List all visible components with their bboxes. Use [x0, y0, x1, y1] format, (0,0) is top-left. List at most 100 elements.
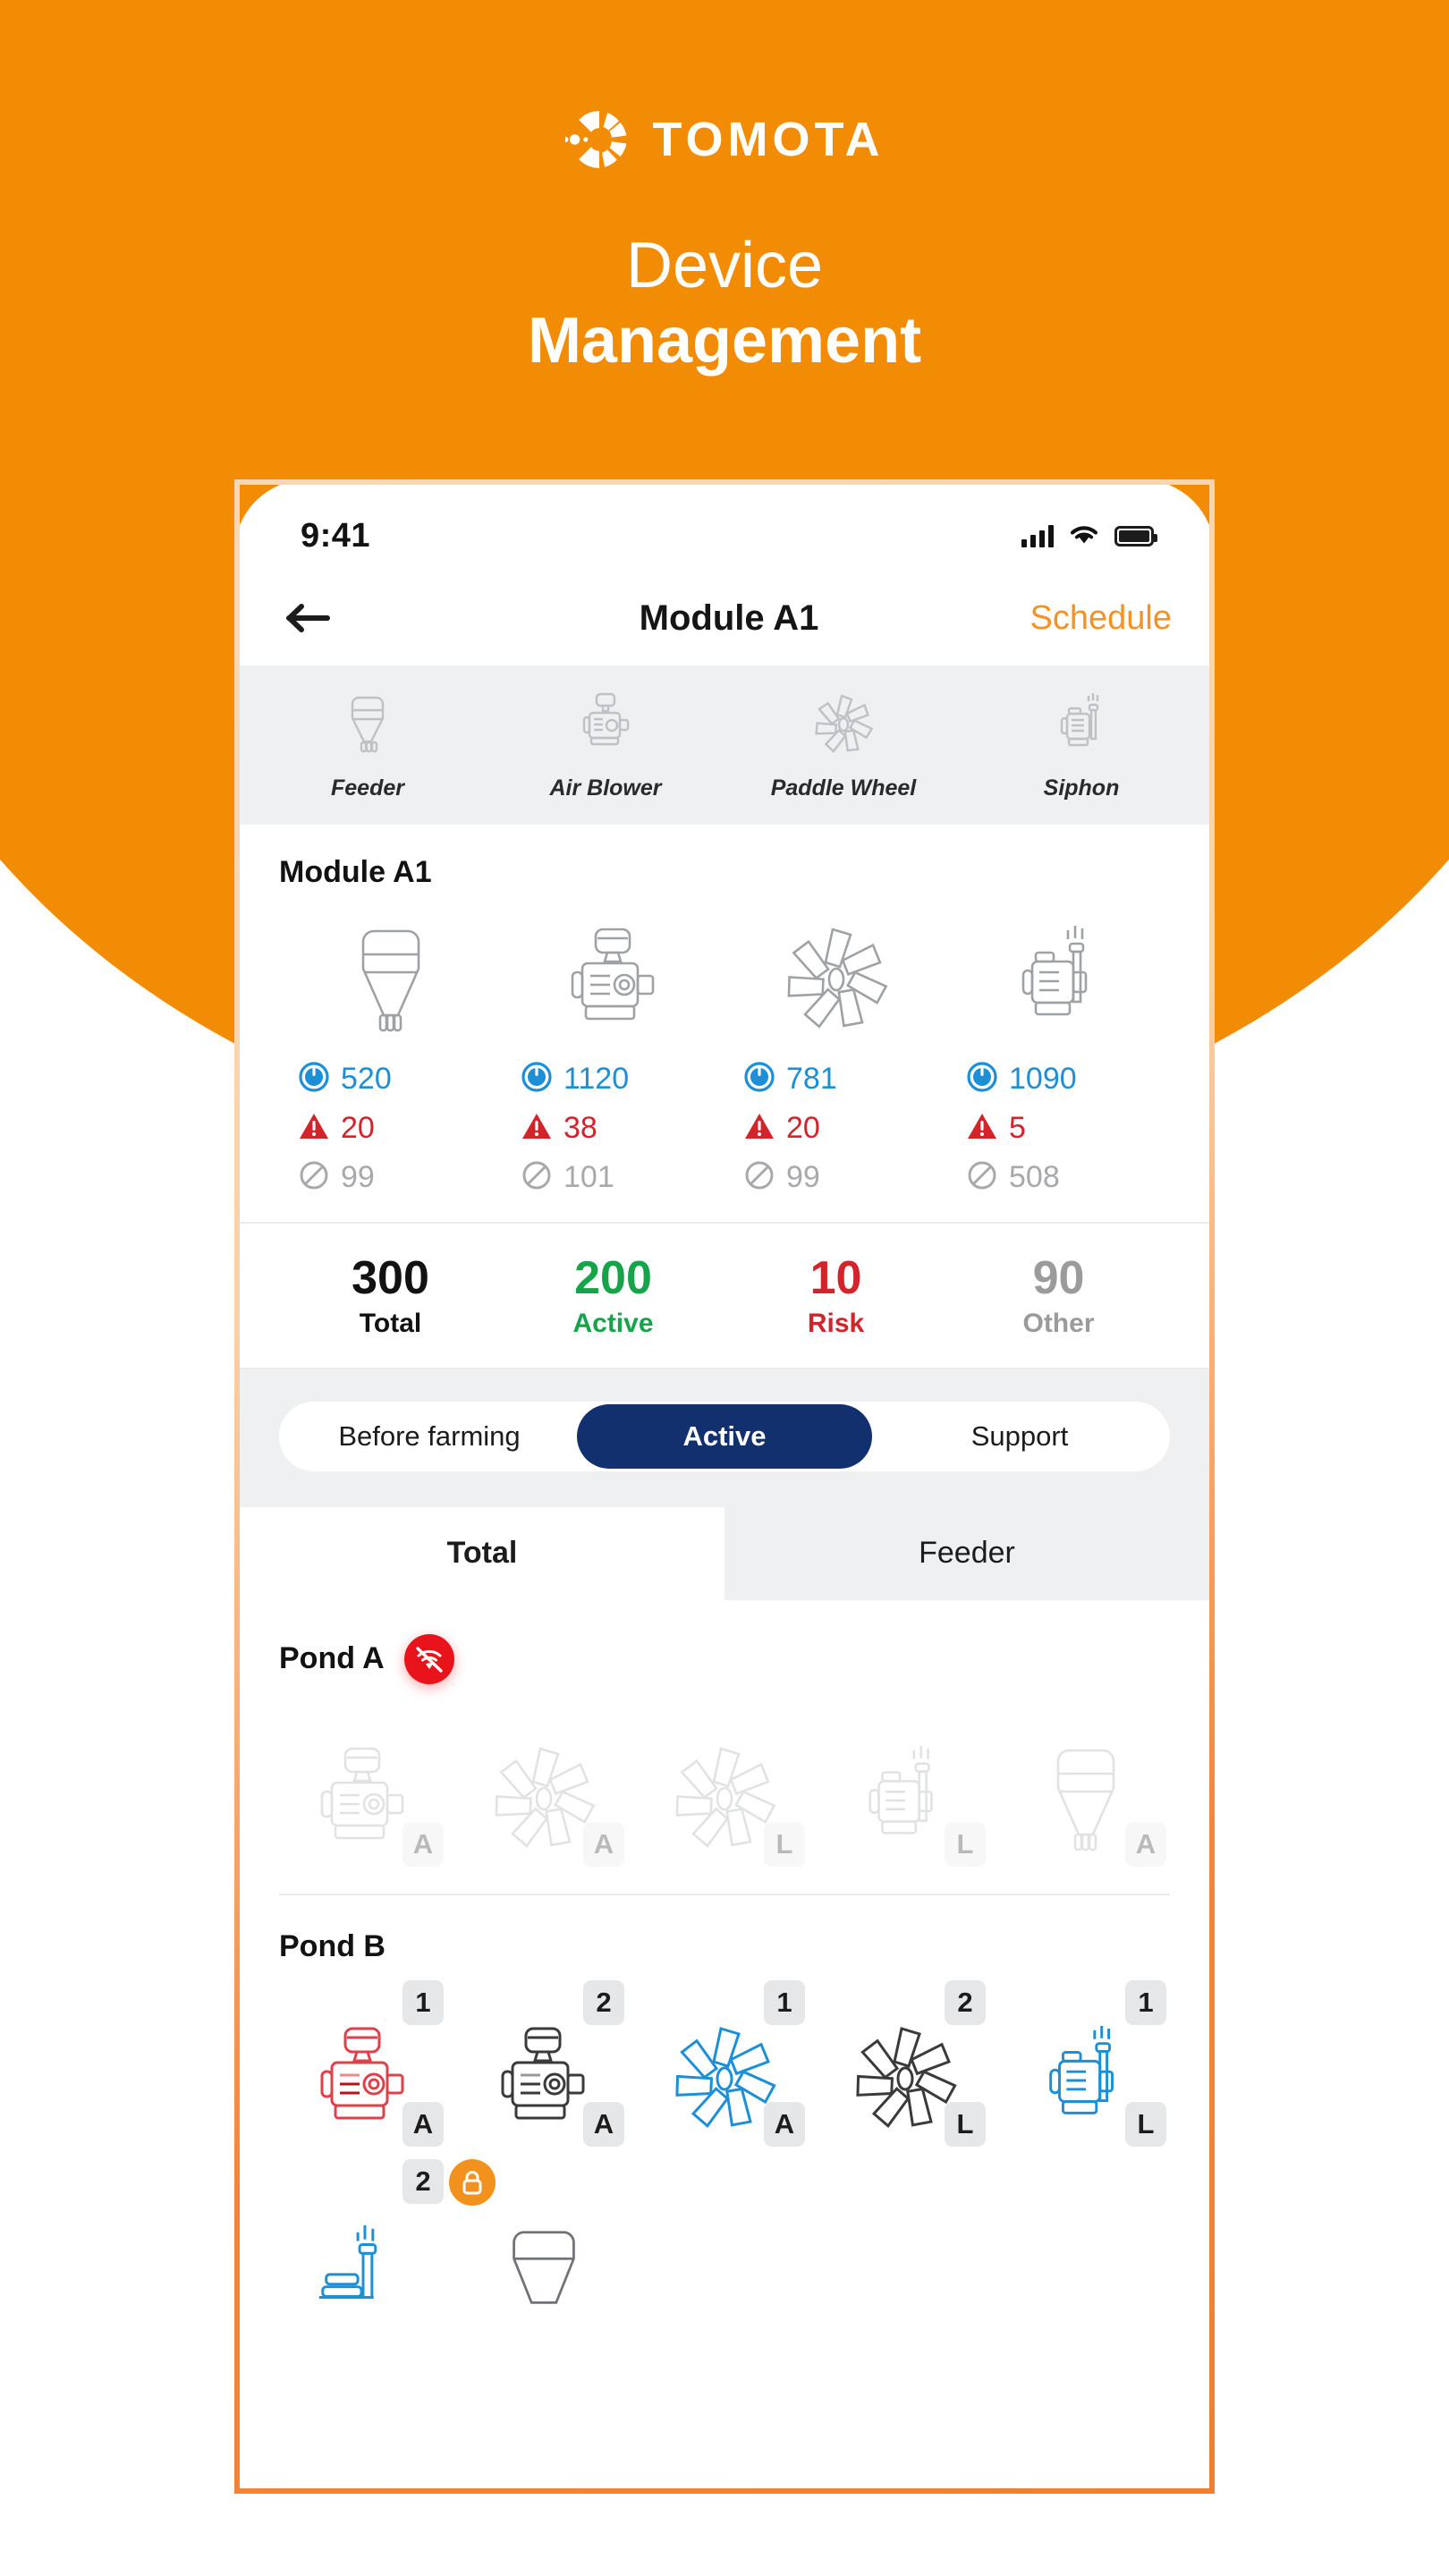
no-entry-icon [299, 1160, 329, 1195]
segment-before-farming[interactable]: Before farming [282, 1404, 577, 1469]
device-letter-badge: A [402, 1821, 444, 1867]
module-device-cell[interactable]: 520 20 99 [279, 906, 502, 1202]
air-blower-icon [573, 691, 638, 763]
pond-device[interactable]: A [279, 1706, 447, 1867]
stat-power-value: 1120 [564, 1062, 630, 1096]
pond-device-row: 2 [279, 2158, 1170, 2322]
summary-active: 200 Active [502, 1254, 724, 1339]
power-button-icon [967, 1062, 997, 1097]
pond-device[interactable]: 2 L [821, 1979, 989, 2147]
segment-support[interactable]: Support [872, 1404, 1167, 1469]
siphon-pipe-icon [318, 2224, 377, 2299]
wifi-icon [1068, 521, 1100, 550]
stat-power: 520 [299, 1055, 502, 1104]
page-title-line2: Management [527, 305, 922, 377]
stat-power-value: 781 [786, 1062, 837, 1096]
pond-header: Pond B [279, 1929, 1170, 1964]
no-entry-icon [967, 1160, 997, 1195]
pond-header: Pond A [279, 1633, 1170, 1684]
device-letter-badge: L [764, 1821, 805, 1867]
feeder-icon [1056, 1749, 1115, 1851]
tab-total[interactable]: Total [240, 1506, 724, 1600]
pond-device[interactable]: L [640, 1706, 809, 1867]
pond-device[interactable]: 1 L [1002, 1979, 1170, 2147]
tab-feeder[interactable]: Feeder [724, 1507, 1209, 1600]
stat-off-value: 99 [341, 1160, 375, 1194]
module-device-cell[interactable]: 1090 5 508 [947, 906, 1170, 1202]
summary-label: Total [359, 1308, 422, 1338]
air-blower-icon [560, 906, 667, 1040]
device-letter-badge: A [583, 1821, 624, 1867]
paddle-wheel-icon [811, 691, 876, 763]
schedule-button[interactable]: Schedule [818, 599, 1172, 638]
warning-triangle-icon [299, 1112, 329, 1145]
category-tab-air-blower[interactable]: Air Blower [487, 691, 724, 801]
category-tab-paddle-wheel[interactable]: Paddle Wheel [724, 691, 962, 801]
page-title-line1: Device [625, 230, 824, 301]
air-blower-icon [320, 2027, 404, 2120]
module-device-cell[interactable]: 1120 38 101 [502, 906, 724, 1202]
module-device-cell[interactable]: 781 20 99 [724, 906, 947, 1202]
status-bar-clock: 9:41 [301, 516, 371, 555]
lock-icon [449, 2158, 496, 2206]
pond-device[interactable]: 1 A [640, 1979, 809, 2147]
stat-risk-value: 38 [564, 1111, 597, 1145]
feeder-icon [339, 691, 396, 763]
summary-value: 90 [1032, 1252, 1085, 1304]
module-section: Module A1 520 20 99 1120 38 101 781 20 9… [240, 825, 1209, 1208]
stat-risk: 20 [299, 1104, 502, 1153]
stat-off: 101 [521, 1153, 724, 1202]
category-label: Air Blower [549, 775, 662, 801]
summary-label: Risk [807, 1308, 865, 1338]
brand-name: TOMOTA [652, 113, 885, 166]
category-label: Feeder [331, 775, 404, 801]
pond-device[interactable]: 2 A [460, 1979, 628, 2147]
pond-device[interactable]: 1 A [279, 1979, 447, 2147]
cellular-signal-icon [1021, 524, 1054, 547]
status-bar-icons [1021, 521, 1157, 550]
pond-device-row: A A L L A [279, 1706, 1170, 1867]
pond-device[interactable]: L [821, 1706, 989, 1867]
summary-risk: 10 Risk [724, 1254, 947, 1339]
segment-active[interactable]: Active [577, 1403, 872, 1469]
summary-other: 90 Other [947, 1254, 1170, 1339]
pond-device[interactable]: 2 [279, 2158, 447, 2322]
stat-off: 508 [967, 1153, 1170, 1202]
feeder-icon [513, 2230, 575, 2304]
device-count-badge: 2 [583, 1979, 624, 2025]
stat-risk-value: 20 [341, 1111, 375, 1145]
segmented-control: Before farming Active Support [279, 1401, 1170, 1471]
no-entry-icon [744, 1160, 775, 1195]
warning-triangle-icon [967, 1112, 997, 1145]
segmented-control-wrap: Before farming Active Support [240, 1368, 1209, 1507]
pond-device[interactable] [449, 2158, 628, 2322]
siphon-icon [1005, 906, 1113, 1040]
module-device-stats: 781 20 99 [724, 1055, 947, 1202]
module-device-grid: 520 20 99 1120 38 101 781 20 99 1090 5 5… [279, 906, 1170, 1202]
device-letter-badge: A [1125, 1821, 1166, 1867]
device-count-badge: 2 [945, 1979, 986, 2025]
category-tab-siphon[interactable]: Siphon [962, 691, 1200, 801]
category-tab-feeder[interactable]: Feeder [249, 691, 487, 801]
pond-device[interactable]: A [460, 1706, 628, 1867]
feeder-icon [344, 906, 437, 1040]
summary-label: Active [572, 1308, 654, 1338]
power-button-icon [744, 1062, 775, 1097]
module-device-stats: 1120 38 101 [502, 1055, 724, 1202]
stat-power: 1090 [967, 1055, 1170, 1104]
pond-section-a: Pond A A A L L A [240, 1600, 1209, 1867]
tomota-circle-logo-icon [562, 106, 633, 174]
stat-risk-value: 5 [1009, 1111, 1026, 1145]
device-letter-badge: L [945, 2101, 986, 2147]
siphon-icon [1049, 2025, 1114, 2114]
stat-off: 99 [299, 1153, 502, 1202]
warning-triangle-icon [744, 1112, 775, 1145]
siphon-icon [1049, 691, 1114, 763]
stat-power: 1120 [521, 1055, 724, 1104]
pond-name: Pond A [279, 1641, 385, 1676]
brand-lockup: TOMOTA [0, 106, 1449, 174]
stat-risk: 5 [967, 1104, 1170, 1153]
back-arrow-icon[interactable] [286, 602, 333, 634]
pond-device[interactable]: A [1002, 1706, 1170, 1867]
module-device-stats: 1090 5 508 [947, 1055, 1170, 1202]
